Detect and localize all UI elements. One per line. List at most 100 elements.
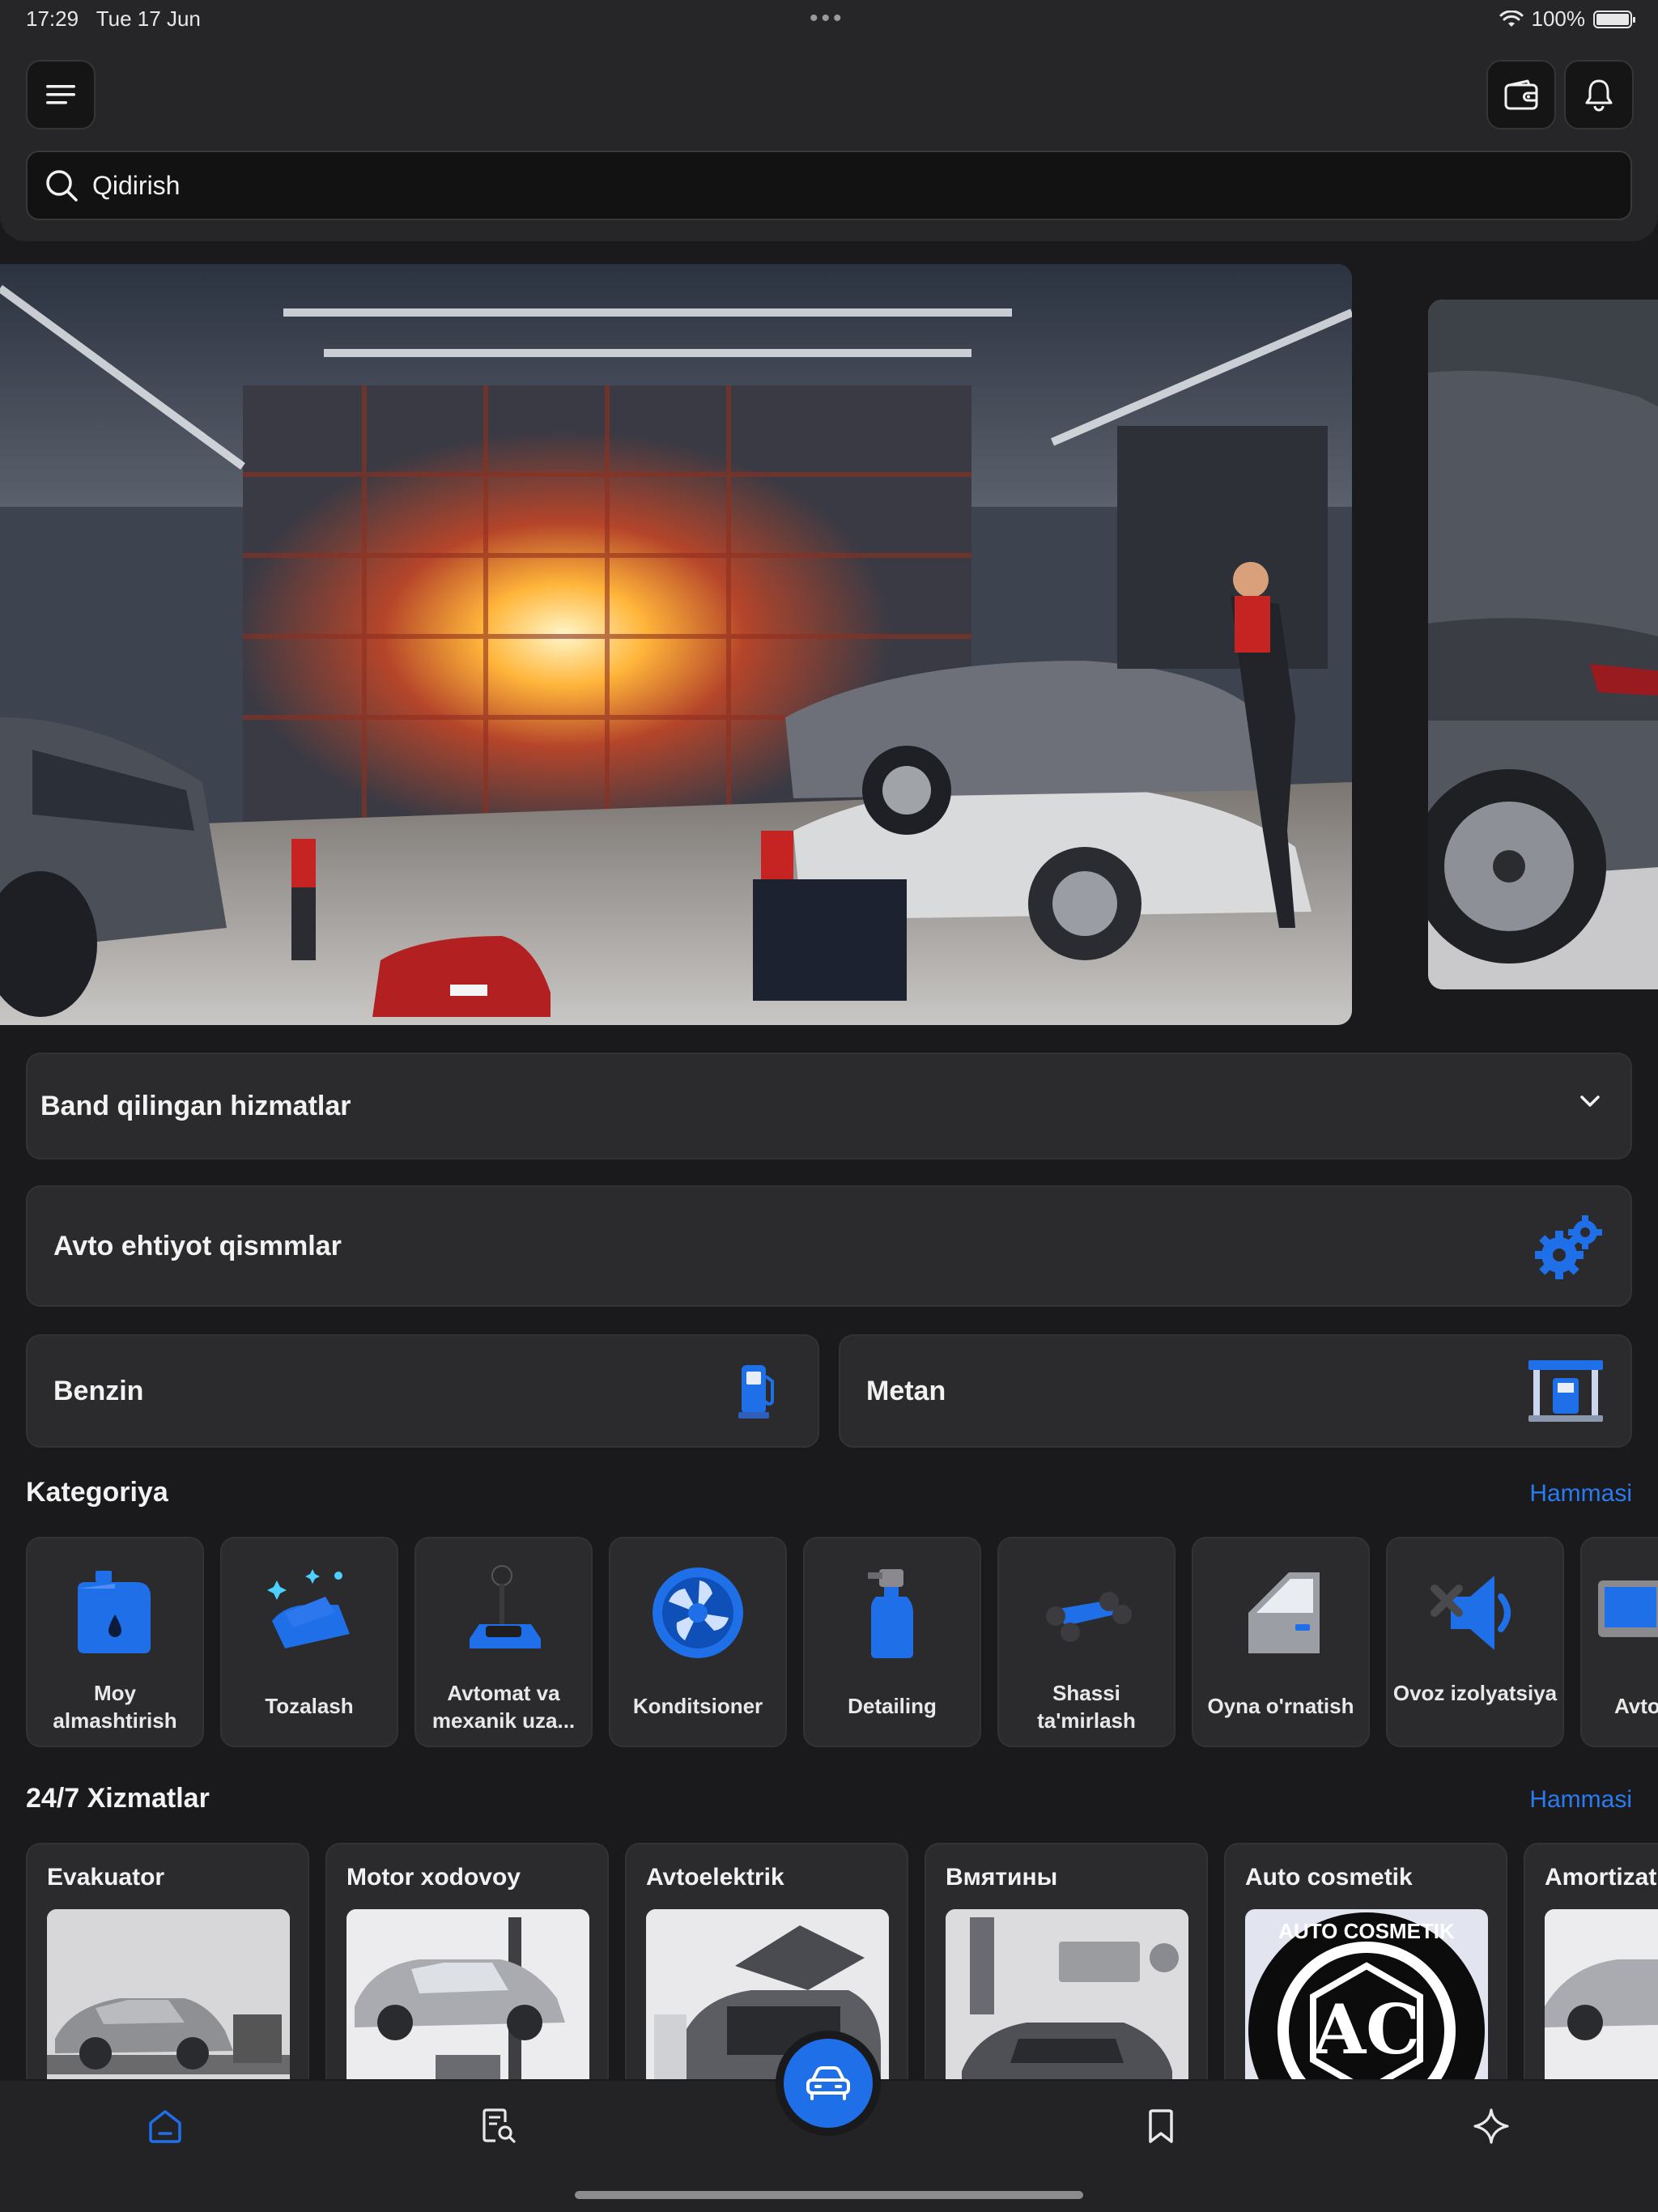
dent-repair-photo (946, 1909, 1188, 2079)
gear-shift-icon (470, 1565, 541, 1648)
category-glass-installation[interactable]: Oyna o'rnatish (1192, 1537, 1370, 1747)
service-photo (47, 1909, 290, 2079)
car-door-icon (1248, 1572, 1320, 1653)
category-detailing[interactable]: Detailing (803, 1537, 981, 1747)
categories-carousel[interactable]: Moy almashtirish Tozalash Avtomat va mex… (26, 1537, 1658, 1747)
booked-services-title: Band qilingan hizmatlar (40, 1090, 351, 1121)
gears-icon (1535, 1215, 1602, 1279)
status-bar: 17:29 Tue 17 Jun ••• 100% (0, 0, 1658, 39)
logo-text: AUTO COSMETIK (1278, 1919, 1455, 1943)
category-air-conditioner[interactable]: Konditsioner (609, 1537, 787, 1747)
car-photo (1428, 300, 1658, 989)
benzin-card[interactable]: Benzin (26, 1334, 819, 1448)
metan-label: Metan (866, 1375, 946, 1406)
service-label: Вмятины (946, 1864, 1058, 1891)
category-chassis[interactable]: Shassi ta'mirlash (997, 1537, 1175, 1747)
promo-banner-garage[interactable] (0, 264, 1352, 1025)
category-transmission[interactable]: Avtomat va mexanik uza... (414, 1537, 593, 1747)
wallet-icon (1504, 79, 1538, 110)
service-label: Evakuator (47, 1864, 165, 1891)
home-icon (149, 2110, 181, 2143)
car-fab-button[interactable] (784, 2039, 873, 2128)
oil-can-icon (78, 1571, 151, 1653)
category-label: Shassi ta'mirlash (1037, 1681, 1136, 1733)
service-card-dents[interactable]: Вмятины (925, 1843, 1208, 2079)
service-card-evakuator[interactable]: Evakuator (26, 1843, 309, 2079)
tow-truck-photo (47, 1909, 290, 2079)
search-input[interactable] (92, 170, 1550, 201)
service-label: Auto cosmetik (1245, 1864, 1413, 1891)
benzin-label: Benzin (53, 1375, 144, 1406)
promo-banner-next[interactable] (1428, 300, 1658, 989)
car-icon (806, 2066, 850, 2100)
service-label: Motor xodovoy (346, 1864, 521, 1891)
car-lift-photo (346, 1909, 589, 2079)
service-label: Avtoelektrik (646, 1864, 784, 1891)
category-label: Detailing (848, 1694, 937, 1718)
fuel-pump-icon (738, 1365, 774, 1419)
header (0, 39, 1658, 241)
category-oil-change[interactable]: Moy almashtirish (26, 1537, 204, 1747)
sparkle-icon (1473, 2108, 1509, 2144)
chassis-icon (1046, 1592, 1132, 1642)
auto-cosmetik-logo: AC AUTO COSMETIK (1248, 1912, 1485, 2079)
service-photo (946, 1909, 1188, 2079)
category-label: Avto (1614, 1694, 1658, 1718)
battery-percent: 100% (1531, 6, 1586, 31)
spray-bottle-icon (868, 1569, 913, 1658)
service-photo: AC AUTO COSMETIK (1245, 1909, 1488, 2079)
tab-ai[interactable] (1467, 2102, 1516, 2150)
services-see-all-link[interactable]: Hammasi (1529, 1786, 1632, 1814)
device-icon (1598, 1580, 1658, 1637)
service-card-motor-xodovoy[interactable]: Motor xodovoy (325, 1843, 609, 2079)
categories-see-all-link[interactable]: Hammasi (1529, 1480, 1632, 1508)
battery-icon (1593, 10, 1635, 28)
fan-icon (653, 1568, 743, 1658)
date-text: Tue 17 Jun (96, 6, 201, 31)
service-card-auto-cosmetik[interactable]: Auto cosmetik AC AUTO COSMETIK (1224, 1843, 1507, 2079)
category-label: Ovoz izolyatsiya (1392, 1681, 1558, 1705)
wallet-button[interactable] (1486, 60, 1556, 130)
services-title: 24/7 Xizmatlar (26, 1783, 210, 1814)
car-wash-icon (267, 1569, 350, 1648)
wifi-icon (1499, 10, 1523, 27)
search-document-icon (483, 2108, 516, 2143)
garage-photo (0, 264, 1352, 1025)
speaker-icon (1431, 1576, 1511, 1650)
category-sound-insulation[interactable]: Ovoz izolyatsiya (1386, 1537, 1564, 1747)
hamburger-menu-icon (46, 85, 75, 104)
category-auto[interactable]: Avto (1580, 1537, 1658, 1747)
category-label: Moy almashtirish (53, 1681, 177, 1733)
category-label: Oyna o'rnatish (1207, 1694, 1354, 1718)
category-label: Avtomat va mexanik uza... (432, 1681, 576, 1733)
status-right: 100% (1499, 6, 1635, 32)
metan-card[interactable]: Metan (839, 1334, 1632, 1448)
svg-text:AC: AC (1312, 1989, 1420, 2069)
category-label: Tozalash (265, 1694, 354, 1718)
service-card-avtoelektrik[interactable]: Avtoelektrik (625, 1843, 908, 2079)
category-cleaning[interactable]: Tozalash (220, 1537, 398, 1747)
gas-station-icon (1528, 1360, 1603, 1422)
notifications-button[interactable] (1564, 60, 1634, 130)
multitasking-dots-icon[interactable]: ••• (810, 5, 845, 32)
time-text: 17:29 (26, 6, 79, 31)
bookmark-icon (1149, 2109, 1173, 2143)
chevron-down-icon[interactable] (1579, 1093, 1601, 1109)
car-photo (1545, 1909, 1658, 2079)
tab-saved[interactable] (1137, 2102, 1185, 2150)
status-time: 17:29 Tue 17 Jun (26, 6, 201, 32)
service-card-amortizator[interactable]: Amortizat (1524, 1843, 1658, 2079)
category-label: Konditsioner (632, 1694, 763, 1718)
service-label: Amortizat (1545, 1864, 1657, 1891)
search-icon (46, 170, 78, 202)
tab-home[interactable] (141, 2102, 189, 2150)
tab-orders[interactable] (474, 2102, 523, 2150)
auto-parts-card[interactable]: Avto ehtiyot qismmlar (26, 1185, 1632, 1307)
service-photo (346, 1909, 589, 2079)
categories-title: Kategoriya (26, 1477, 168, 1508)
home-indicator (575, 2191, 1083, 2199)
search-bar[interactable] (26, 151, 1632, 220)
menu-button[interactable] (26, 60, 96, 130)
auto-parts-label: Avto ehtiyot qismmlar (53, 1230, 342, 1261)
booked-services-card[interactable]: Band qilingan hizmatlar (26, 1053, 1632, 1159)
